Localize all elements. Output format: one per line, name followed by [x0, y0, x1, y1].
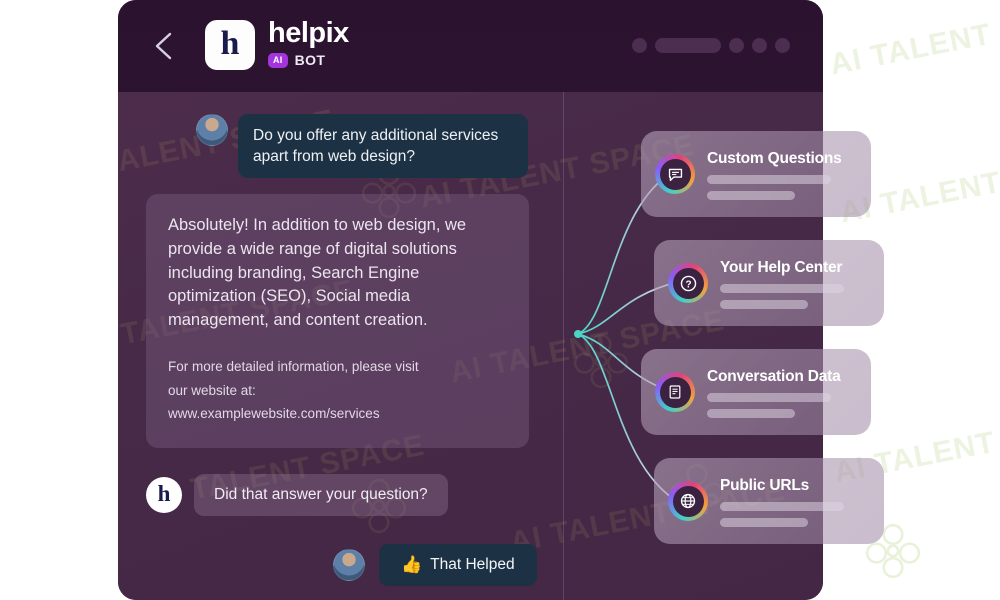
bot-message-bubble: Absolutely! In addition to web design, w…: [146, 194, 529, 448]
header-control-dot[interactable]: [775, 38, 790, 53]
user-avatar: [196, 114, 228, 146]
brand-block: helpix AI BOT: [268, 18, 349, 68]
card-placeholder-bar: [707, 175, 831, 184]
question-mark-icon: ?: [672, 267, 704, 299]
bot-website-url: www.examplewebsite.com/services: [168, 406, 380, 422]
bot-followup-line: our website at:: [168, 382, 256, 398]
feature-card-your-help-center[interactable]: ? Your Help Center: [654, 240, 884, 326]
pane-divider: [563, 92, 564, 600]
globe-icon: [672, 485, 704, 517]
helpix-logo-tile: h: [205, 20, 255, 70]
card-body: Public URLs: [720, 475, 844, 527]
user-message-bubble: Do you offer any additional services apa…: [238, 114, 528, 179]
bot-label: BOT: [294, 52, 326, 69]
thumbs-up-icon: 👍: [401, 554, 423, 574]
followup-question-bubble: Did that answer your question?: [194, 473, 448, 516]
card-title: Custom Questions: [707, 150, 842, 167]
flower-watermark-icon: [573, 333, 629, 389]
chat-bubble-icon: [659, 158, 691, 190]
conversation-pane: Do you offer any additional services apa…: [118, 92, 563, 600]
card-icon-ring: ?: [668, 263, 708, 303]
card-icon-ring: [668, 481, 708, 521]
card-placeholder-bar: [707, 409, 795, 418]
helped-row: 👍 That Helped: [333, 543, 563, 586]
brand-name: helpix: [268, 17, 349, 49]
card-placeholder-bar: [707, 393, 831, 402]
header-control-pill[interactable]: [655, 38, 721, 53]
card-body: Custom Questions: [707, 148, 842, 200]
brand-subtitle: AI BOT: [268, 52, 349, 68]
card-icon-ring: [655, 372, 695, 412]
header-control-dot[interactable]: [632, 38, 647, 53]
card-placeholder-bar: [720, 518, 808, 527]
card-body: Conversation Data: [707, 366, 841, 418]
card-placeholder-bar: [707, 191, 795, 200]
bot-followup-line: For more detailed information, please vi…: [168, 358, 419, 374]
logo-letter: h: [220, 25, 240, 62]
feature-card-public-urls[interactable]: Public URLs: [654, 458, 884, 544]
back-button[interactable]: [148, 28, 182, 64]
card-icon-ring: [655, 154, 695, 194]
followup-question-row: h Did that answer your question?: [146, 473, 563, 516]
watermark-text: AI TALENT SPACE: [827, 0, 1000, 82]
header-control-dot[interactable]: [752, 38, 767, 53]
card-title: Public URLs: [720, 477, 810, 494]
header-control-dot[interactable]: [729, 38, 744, 53]
card-title: Conversation Data: [707, 368, 841, 385]
document-icon: [659, 376, 691, 408]
that-helped-button[interactable]: 👍 That Helped: [379, 543, 537, 586]
chat-header: h helpix AI BOT: [118, 0, 823, 92]
feature-card-conversation-data[interactable]: Conversation Data: [641, 349, 871, 435]
feature-card-custom-questions[interactable]: Custom Questions: [641, 131, 871, 217]
that-helped-label: That Helped: [430, 555, 515, 573]
bot-followup-text: For more detailed information, please vi…: [168, 355, 507, 426]
card-placeholder-bar: [720, 300, 808, 309]
header-controls: [632, 38, 790, 53]
svg-text:?: ?: [685, 279, 691, 290]
card-title: Your Help Center: [720, 259, 843, 276]
bot-avatar: h: [146, 476, 182, 513]
bot-avatar-letter: h: [157, 481, 171, 507]
ai-badge: AI: [268, 52, 288, 68]
user-avatar: [333, 548, 365, 581]
user-message-row: Do you offer any additional services apa…: [196, 114, 563, 179]
bot-message-text: Absolutely! In addition to web design, w…: [168, 216, 467, 330]
card-placeholder-bar: [720, 284, 844, 293]
screenshot-root: AI TALENT SPACE AI TALENT SPACE AI TALEN…: [0, 0, 1000, 600]
card-body: Your Help Center: [720, 257, 844, 309]
card-placeholder-bar: [720, 502, 844, 511]
